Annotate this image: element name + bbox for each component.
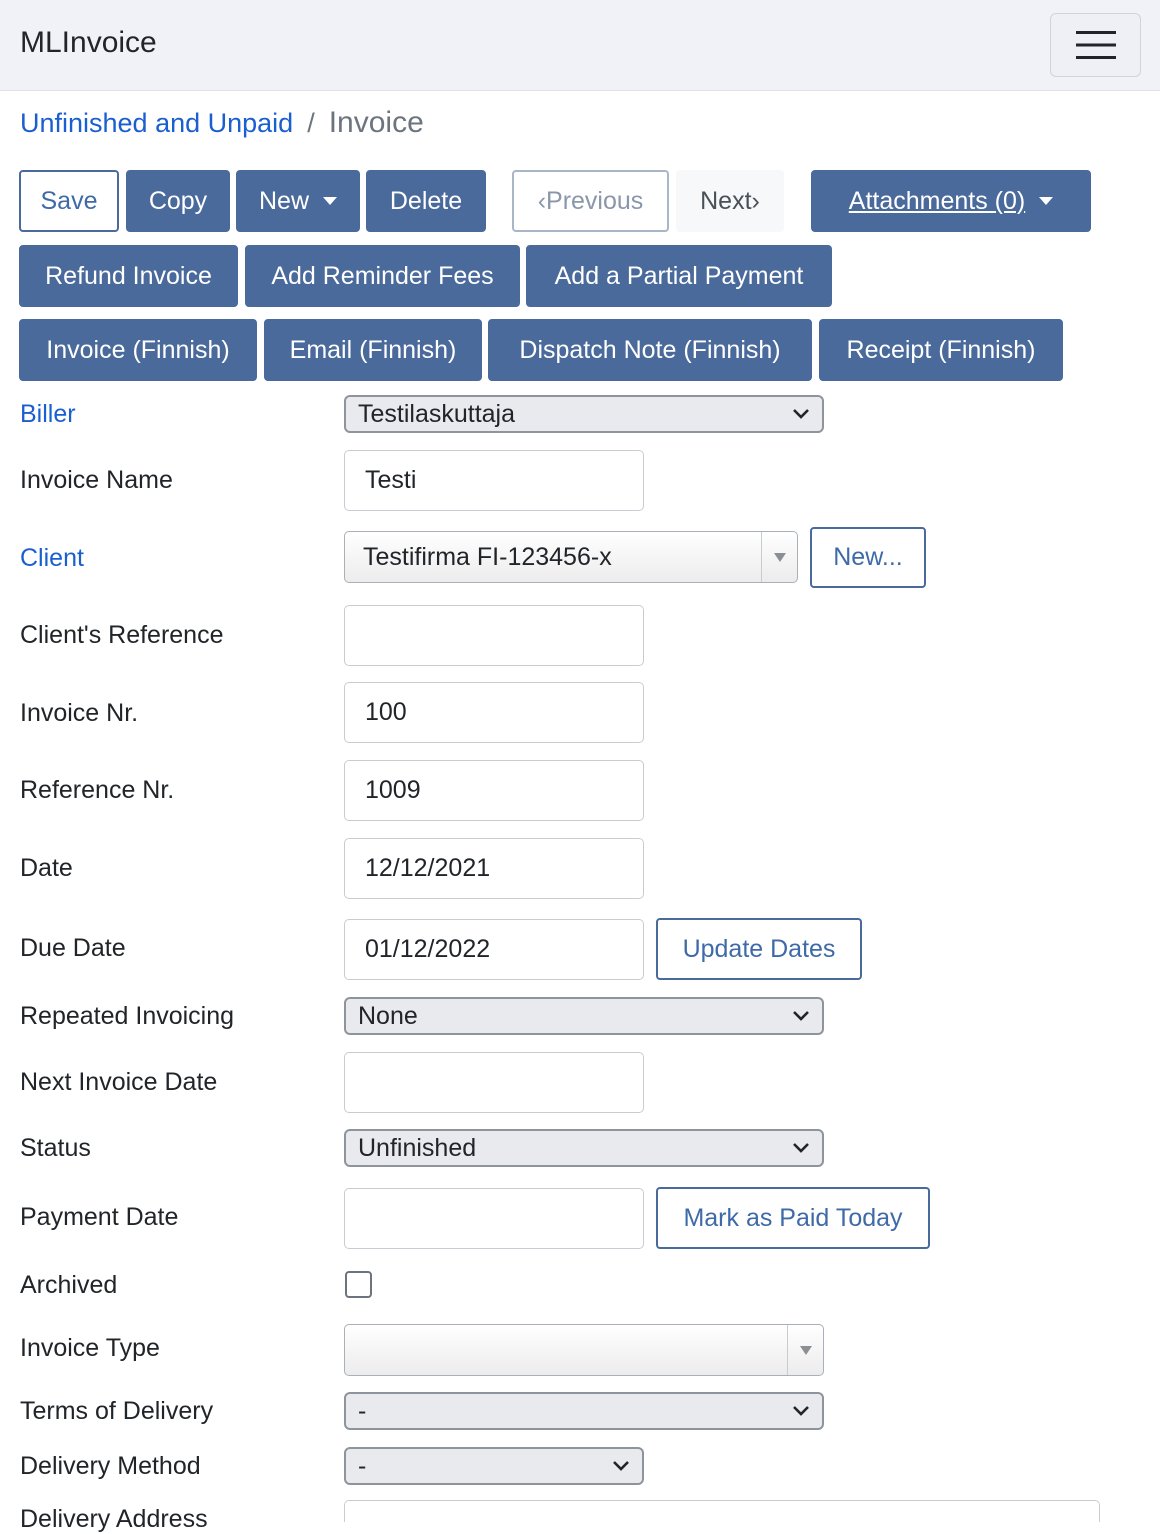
new-dropdown-button[interactable]: New [236, 170, 360, 232]
next-button[interactable]: Next› [676, 170, 784, 232]
archived-checkbox[interactable] [345, 1271, 372, 1298]
triangle-down-icon [773, 552, 786, 562]
reference-nr-label: Reference Nr. [20, 776, 175, 804]
email-print-button[interactable]: Email (Finnish) [264, 319, 482, 381]
attachments-label: Attachments (0) [848, 186, 1026, 215]
chevron-down-icon [793, 1011, 809, 1021]
next-invoice-date-label: Next Invoice Date [20, 1068, 218, 1096]
next-invoice-date-input[interactable] [344, 1052, 644, 1113]
delivery-address-label: Delivery Address [20, 1505, 208, 1533]
reference-nr-input[interactable]: 1009 [344, 760, 644, 821]
clients-reference-label: Client's Reference [20, 621, 224, 649]
date-label: Date [20, 854, 73, 882]
delivery-method-label: Delivery Method [20, 1452, 201, 1480]
hamburger-menu-icon [1075, 31, 1116, 59]
new-button-label: New [258, 186, 309, 215]
combobox-arrow[interactable] [761, 532, 797, 582]
invoice-name-input[interactable]: Testi [344, 450, 644, 511]
biller-select[interactable]: Testilaskuttaja [344, 395, 824, 433]
invoice-nr-input[interactable]: 100 [344, 682, 644, 743]
chevron-down-icon [793, 1143, 809, 1153]
delete-button[interactable]: Delete [366, 170, 486, 232]
copy-button[interactable]: Copy [126, 170, 230, 232]
attachments-dropdown-button[interactable]: Attachments (0) [811, 170, 1091, 232]
status-select[interactable]: Unfinished [344, 1129, 824, 1167]
invoice-nr-label: Invoice Nr. [20, 699, 139, 727]
clients-reference-input[interactable] [344, 605, 644, 666]
repeated-invoicing-select[interactable]: None [344, 997, 824, 1035]
date-input[interactable]: 12/12/2021 [344, 838, 644, 899]
menu-toggle-button[interactable] [1050, 13, 1141, 77]
breadcrumb-parent-link[interactable]: Unfinished and Unpaid [20, 108, 293, 139]
add-reminder-fees-button[interactable]: Add Reminder Fees [245, 245, 520, 307]
chevron-down-icon [793, 409, 809, 419]
delivery-method-value: - [358, 1451, 367, 1480]
payment-date-label: Payment Date [20, 1203, 179, 1231]
invoice-name-label: Invoice Name [20, 466, 173, 494]
navbar: MLInvoice [0, 0, 1160, 91]
chevron-down-icon [613, 1461, 629, 1471]
due-date-input[interactable]: 01/12/2022 [344, 919, 644, 980]
biller-label-link[interactable]: Biller [20, 400, 76, 429]
caret-down-icon [323, 197, 337, 205]
status-label: Status [20, 1134, 91, 1162]
update-dates-button[interactable]: Update Dates [656, 918, 862, 980]
mark-as-paid-today-button[interactable]: Mark as Paid Today [656, 1187, 930, 1249]
triangle-down-icon [799, 1345, 812, 1355]
receipt-print-button[interactable]: Receipt (Finnish) [819, 319, 1063, 381]
invoice-type-label: Invoice Type [20, 1334, 160, 1362]
dispatch-note-print-button[interactable]: Dispatch Note (Finnish) [488, 319, 812, 381]
breadcrumb-current: Invoice [328, 106, 424, 139]
repeated-invoicing-label: Repeated Invoicing [20, 1002, 235, 1030]
terms-of-delivery-select[interactable]: - [344, 1392, 824, 1430]
client-combobox-value: Testifirma FI-123456-x [363, 542, 612, 571]
archived-label: Archived [20, 1271, 118, 1299]
repeated-invoicing-value: None [358, 1001, 418, 1030]
caret-down-icon [1039, 197, 1054, 205]
terms-of-delivery-label: Terms of Delivery [20, 1397, 214, 1425]
app-brand[interactable]: MLInvoice [20, 26, 157, 60]
delivery-method-select[interactable]: - [344, 1447, 644, 1485]
client-label-link[interactable]: Client [20, 544, 84, 573]
new-client-button[interactable]: New... [810, 527, 926, 588]
breadcrumb-separator: / [307, 108, 315, 138]
client-combobox[interactable]: Testifirma FI-123456-x [344, 531, 798, 583]
previous-button[interactable]: ‹Previous [512, 170, 669, 232]
due-date-label: Due Date [20, 934, 126, 962]
invoice-print-button[interactable]: Invoice (Finnish) [19, 319, 257, 381]
add-partial-payment-button[interactable]: Add a Partial Payment [526, 245, 832, 307]
chevron-down-icon [793, 1406, 809, 1416]
combobox-arrow[interactable] [787, 1325, 823, 1375]
biller-select-value: Testilaskuttaja [358, 399, 516, 428]
breadcrumb: Unfinished and Unpaid / Invoice [20, 106, 424, 140]
status-value: Unfinished [358, 1133, 477, 1162]
payment-date-input[interactable] [344, 1188, 644, 1249]
terms-of-delivery-value: - [358, 1396, 367, 1425]
save-button[interactable]: Save [19, 170, 119, 232]
delivery-address-textarea[interactable] [344, 1500, 1100, 1522]
refund-invoice-button[interactable]: Refund Invoice [19, 245, 238, 307]
invoice-type-combobox[interactable] [344, 1324, 824, 1376]
